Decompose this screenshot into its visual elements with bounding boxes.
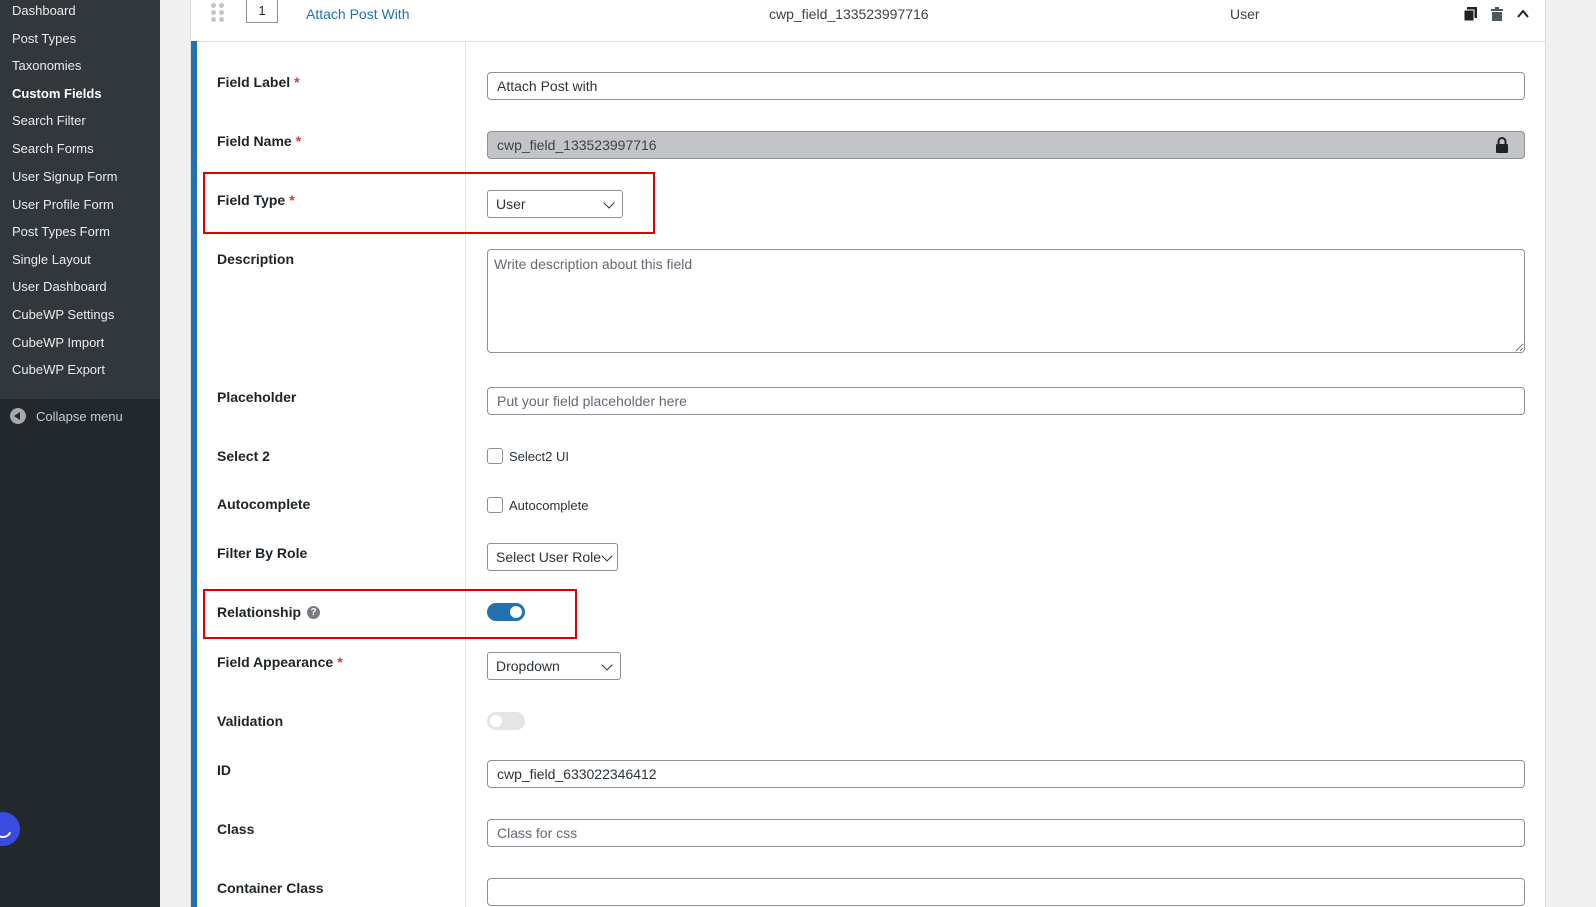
field-card-header[interactable]: 1 Attach Post With cwp_field_13352399771… (191, 0, 1545, 42)
duplicate-icon[interactable] (1463, 6, 1479, 22)
id-input[interactable] (487, 760, 1525, 788)
field-type-highlight (203, 172, 655, 234)
description-textarea[interactable] (487, 249, 1525, 353)
field-label-input[interactable] (487, 72, 1525, 100)
autocomplete-label: Autocomplete (217, 496, 311, 512)
field-header-actions (1463, 6, 1531, 22)
field-order-number[interactable]: 1 (246, 0, 278, 23)
field-label-label: Field Label * (217, 74, 300, 90)
filter-by-role-select[interactable]: Select User Role (487, 543, 618, 571)
sidebar-item-search-forms[interactable]: Search Forms (12, 141, 94, 157)
label-column-divider (465, 41, 466, 907)
sidebar-item-search-filter[interactable]: Search Filter (12, 113, 86, 129)
sidebar-item-post-types-form[interactable]: Post Types Form (12, 224, 110, 240)
autocomplete-checkbox-row[interactable]: Autocomplete (487, 497, 589, 513)
admin-sidebar: Dashboard Post Types Taxonomies Custom F… (0, 0, 160, 907)
sidebar-item-post-types[interactable]: Post Types (12, 31, 76, 47)
collapse-menu-label: Collapse menu (36, 408, 123, 424)
id-label: ID (217, 762, 231, 778)
chevron-down-icon (601, 659, 613, 671)
collapse-menu-button[interactable]: Collapse menu (10, 408, 123, 424)
field-appearance-label: Field Appearance * (217, 654, 343, 670)
validation-label: Validation (217, 713, 284, 729)
floating-action-icon[interactable] (0, 812, 20, 846)
field-header-type: User (1230, 6, 1260, 22)
select2-checkbox-row[interactable]: Select2 UI (487, 448, 569, 464)
select2-checkbox-label: Select2 UI (509, 448, 569, 464)
delete-icon[interactable] (1489, 6, 1505, 22)
admin-menu: Dashboard Post Types Taxonomies Custom F… (0, 0, 160, 399)
autocomplete-checkbox[interactable] (487, 497, 503, 513)
class-input[interactable] (487, 819, 1525, 847)
select2-checkbox[interactable] (487, 448, 503, 464)
drag-handle-icon[interactable] (211, 3, 225, 23)
chevron-up-icon[interactable] (1515, 6, 1531, 22)
sidebar-item-user-dashboard[interactable]: User Dashboard (12, 279, 107, 295)
description-label: Description (217, 251, 295, 267)
sidebar-item-user-profile-form[interactable]: User Profile Form (12, 197, 114, 213)
toggle-knob (490, 715, 502, 727)
sidebar-item-custom-fields[interactable]: Custom Fields (12, 86, 102, 102)
sidebar-item-taxonomies[interactable]: Taxonomies (12, 58, 81, 74)
field-header-name: cwp_field_133523997716 (769, 6, 929, 22)
field-card: 1 Attach Post With cwp_field_13352399771… (190, 0, 1546, 907)
sidebar-item-single-layout[interactable]: Single Layout (12, 252, 91, 268)
accent-bar (191, 41, 197, 907)
class-label: Class (217, 821, 255, 837)
autocomplete-checkbox-label: Autocomplete (509, 497, 589, 513)
field-appearance-select[interactable]: Dropdown (487, 652, 621, 680)
sidebar-item-dashboard[interactable]: Dashboard (12, 3, 76, 19)
filter-by-role-label: Filter By Role (217, 545, 308, 561)
container-class-label: Container Class (217, 880, 324, 896)
collapse-arrow-icon (10, 408, 26, 424)
field-name-label: Field Name * (217, 133, 302, 149)
container-class-input[interactable] (487, 878, 1525, 906)
placeholder-label: Placeholder (217, 389, 297, 405)
sidebar-item-cubewp-settings[interactable]: CubeWP Settings (12, 307, 114, 323)
main-content: 1 Attach Post With cwp_field_13352399771… (160, 0, 1596, 907)
select2-label: Select 2 (217, 448, 270, 464)
validation-toggle[interactable] (487, 712, 525, 730)
sidebar-item-cubewp-export[interactable]: CubeWP Export (12, 362, 105, 378)
relationship-highlight (203, 589, 577, 639)
field-settings: Field Label* Field Name* Field Type* Use… (191, 41, 1545, 907)
chevron-down-icon (601, 550, 613, 562)
lock-icon (1496, 137, 1508, 153)
field-header-title[interactable]: Attach Post With (306, 6, 409, 22)
placeholder-input[interactable] (487, 387, 1525, 415)
field-name-input[interactable] (487, 131, 1525, 159)
sidebar-item-cubewp-import[interactable]: CubeWP Import (12, 335, 104, 351)
sidebar-item-user-signup-form[interactable]: User Signup Form (12, 169, 117, 185)
